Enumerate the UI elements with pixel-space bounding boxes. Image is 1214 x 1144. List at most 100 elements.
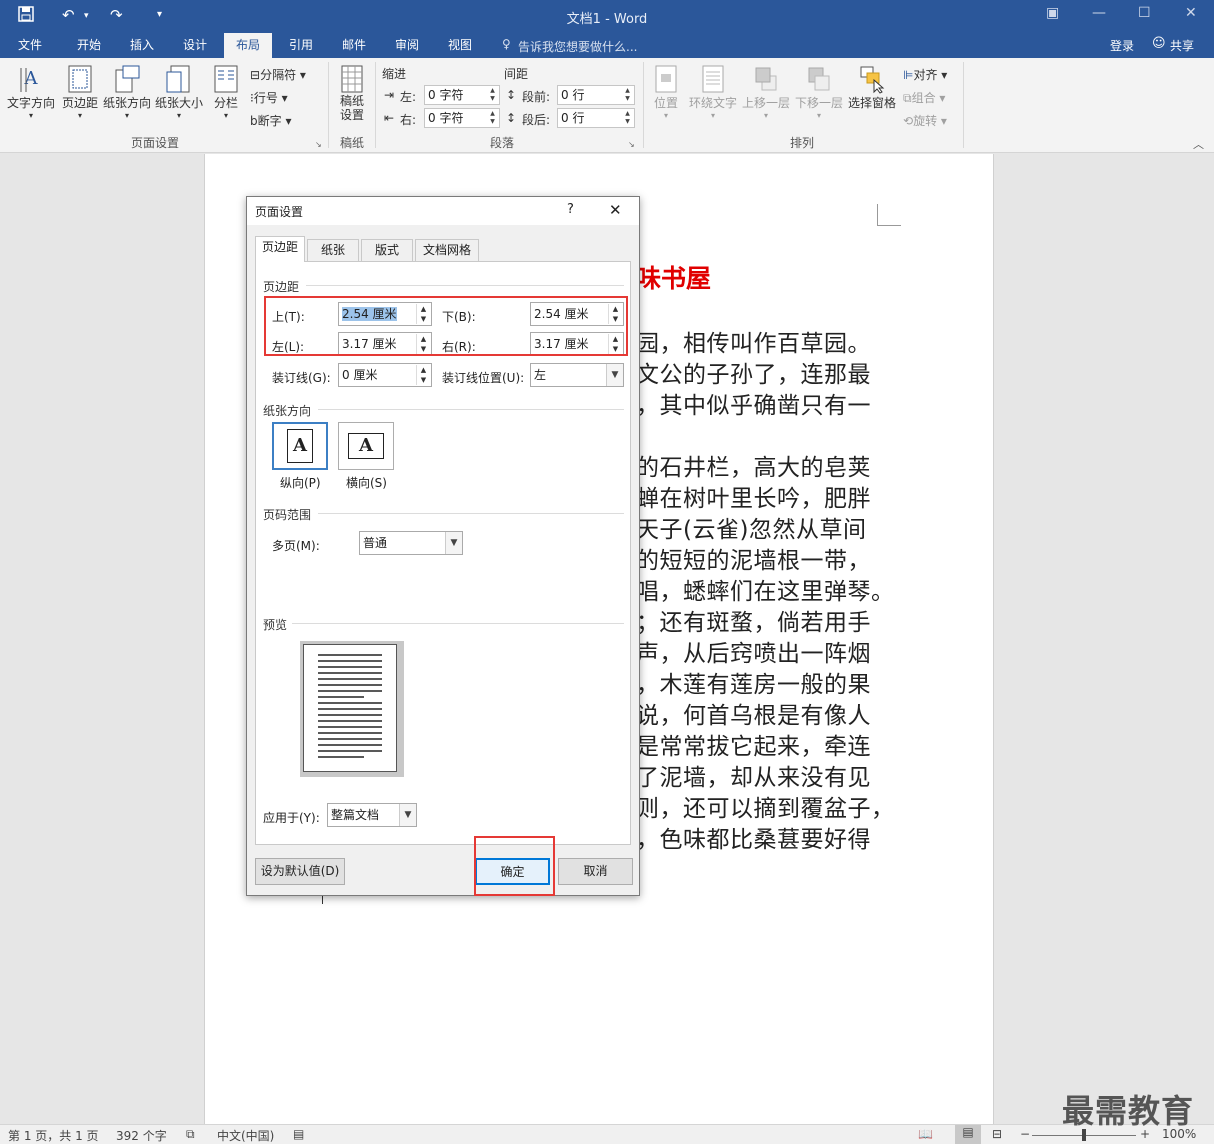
print-layout-icon[interactable]: ▤ [955,1125,981,1144]
undo-dropdown-icon[interactable]: ▾ [84,11,89,21]
save-icon[interactable] [18,6,34,26]
align-button[interactable]: ⊫对齐 ▾ [903,66,947,83]
margins-button[interactable]: 页边距 ▾ [60,64,100,120]
tab-paper[interactable]: 纸张 [307,239,359,261]
chevron-down-icon: ▼ [445,532,462,554]
hyphenation-icon: b [250,114,258,128]
document-line: ，其中似乎确凿只有一 [636,393,871,419]
page-setup-launcher-icon[interactable]: ↘ [315,140,322,149]
customize-qat-icon[interactable]: ▾ [157,9,162,20]
tab-insert[interactable]: 插入 [118,33,166,58]
paragraph-launcher-icon[interactable]: ↘ [628,140,635,149]
tab-layout[interactable]: 版式 [361,239,413,261]
spin-icon[interactable]: ▲ ▼ [622,87,633,103]
redo-icon[interactable]: ↷ [110,6,123,24]
tab-design[interactable]: 设计 [170,33,220,58]
undo-icon[interactable]: ↶ [62,6,75,24]
document-line: ；还有斑蝥，倘若用手 [636,610,871,636]
cancel-button[interactable]: 取消 [558,858,633,885]
portrait-option[interactable]: A [272,422,328,470]
page-count[interactable]: 第 1 页，共 1 页 [8,1127,99,1144]
tab-home[interactable]: 开始 [64,33,114,58]
columns-icon [212,64,240,94]
tab-review[interactable]: 审阅 [382,33,432,58]
share-button[interactable]: 共享 [1170,37,1194,54]
page-setup-dialog: 页面设置 ? ✕ 页边距 纸张 版式 文档网格 页边距 上(T): 2.54 厘… [246,196,640,896]
arrange-group-label: 排列 [789,136,814,150]
breaks-button[interactable]: ⊟分隔符 ▾ [250,66,306,83]
macro-icon[interactable]: ▤ [293,1127,304,1141]
line-numbers-button[interactable]: ⁝行号 ▾ [250,89,288,106]
margins-highlight-box [264,296,628,356]
tab-references[interactable]: 引用 [276,33,326,58]
spin-icon[interactable]: ▲ ▼ [416,365,430,385]
document-line: 的石井栏，高大的皂荚 [636,455,871,481]
dialog-title: 页面设置 [255,205,304,219]
position-button[interactable]: 位置 ▾ [648,64,684,120]
document-line: 文公的子孙了，连那最 [636,362,871,388]
indent-left-input[interactable]: 0 字符 ▲ ▼ [424,85,500,105]
preview-section-label: 预览 [263,618,288,632]
lightbulb-icon: ♀ [502,37,511,51]
size-button[interactable]: 纸张大小 ▾ [154,64,204,120]
ribbon-display-icon[interactable]: ▣ [1046,5,1059,21]
landscape-option[interactable]: A [338,422,394,470]
spacing-after-input[interactable]: 0 行 ▲ ▼ [557,108,635,128]
collapse-ribbon-icon[interactable]: ︿ [1193,136,1204,152]
language-indicator[interactable]: 中文(中国) [217,1127,274,1144]
close-icon[interactable]: ✕ [609,201,622,219]
maximize-icon[interactable]: ☐ [1138,5,1151,21]
read-mode-icon[interactable]: 📖 [918,1127,933,1141]
tab-file[interactable]: 文件 [8,33,52,58]
document-line: 的短短的泥墙根一带， [636,548,871,574]
margins-section-label: 页边距 [263,280,300,294]
help-icon[interactable]: ? [567,202,574,217]
group-button[interactable]: ⧉组合 ▾ [903,89,945,106]
zoom-out-icon[interactable]: − [1020,1127,1030,1141]
spacing-before-input[interactable]: 0 行 ▲ ▼ [557,85,635,105]
selection-pane-button[interactable]: 选择窗格 [846,64,898,111]
word-count[interactable]: 392 个字 [116,1127,167,1144]
tab-view[interactable]: 视图 [436,33,484,58]
columns-button[interactable]: 分栏 ▾ [208,64,244,120]
send-backward-button[interactable]: 下移一层 ▾ [794,64,844,120]
page-setup-group-label: 页面设置 [130,136,179,150]
minimize-icon[interactable]: — [1092,5,1106,21]
apply-to-select[interactable]: 整篇文档 ▼ [327,803,417,827]
align-icon: ⊫ [903,68,914,82]
selection-pane-icon [858,64,886,94]
text-direction-button[interactable]: A 文字方向 ▾ [4,64,58,120]
indent-left-label: 左: [400,90,417,104]
spacing-before-label: 段前: [522,90,551,104]
orientation-button[interactable]: 纸张方向 ▾ [102,64,152,120]
tell-me-box[interactable]: 告诉我您想要做什么... [518,38,637,55]
wrap-text-button[interactable]: 环绕文字 ▾ [688,64,738,120]
tab-layout[interactable]: 布局 [224,33,272,58]
title-bar: ↶ ▾ ↷ ▾ 文档1 - Word ▣ — ☐ ✕ [0,0,1214,33]
document-line: 则，还可以摘到覆盆子， [636,796,895,822]
web-layout-icon[interactable]: ⊟ [992,1127,1002,1141]
page-preview [303,644,397,772]
set-default-button[interactable]: 设为默认值(D) [255,858,345,885]
gutter-input[interactable]: 0 厘米 ▲ ▼ [338,363,432,387]
multiple-pages-select[interactable]: 普通 ▼ [359,531,463,555]
spin-icon[interactable]: ▲ ▼ [622,110,633,126]
hyphenation-button[interactable]: b断字 ▾ [250,112,291,129]
tab-mailings[interactable]: 邮件 [330,33,378,58]
gutter-position-select[interactable]: 左 ▼ [530,363,624,387]
login-link[interactable]: 登录 [1110,37,1134,54]
proofing-icon[interactable]: ⧉ [186,1127,195,1142]
draft-settings-button[interactable]: 稿纸 设置 [334,64,370,122]
spin-icon[interactable]: ▲ ▼ [487,110,498,126]
document-title: 味书屋 [636,264,712,293]
indent-right-input[interactable]: 0 字符 ▲ ▼ [424,108,500,128]
spin-icon[interactable]: ▲ ▼ [487,87,498,103]
bring-forward-button[interactable]: 上移一层 ▾ [741,64,791,120]
orientation-icon [113,64,141,94]
document-line: 天子(云雀)忽然从草间 [636,517,867,543]
tab-document-grid[interactable]: 文档网格 [415,239,479,261]
landscape-page-icon: A [348,433,384,459]
tab-margins[interactable]: 页边距 [255,236,305,262]
close-window-icon[interactable]: ✕ [1185,5,1197,21]
rotate-button[interactable]: ⟲旋转 ▾ [903,112,947,129]
